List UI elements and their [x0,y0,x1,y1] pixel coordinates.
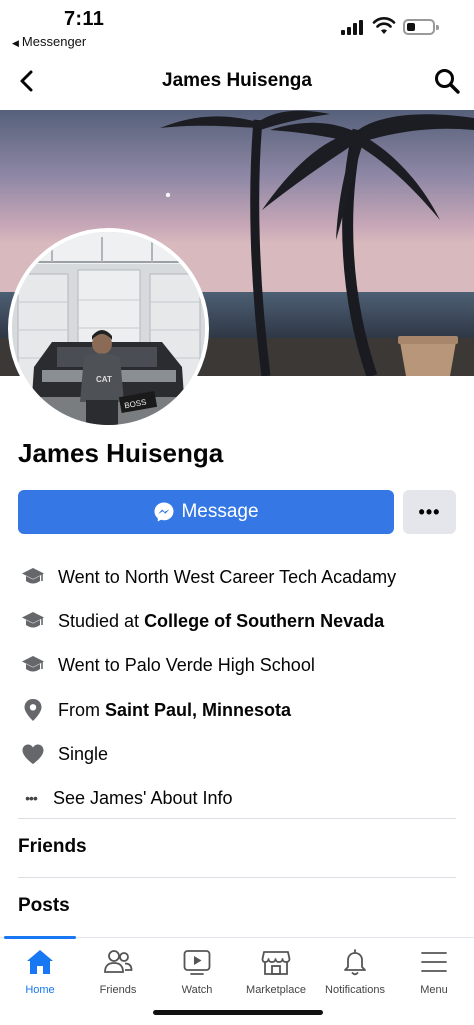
messenger-icon [154,502,174,522]
message-button-label: Message [181,501,259,522]
graduation-cap-icon [18,650,48,680]
friends-icon [104,950,133,973]
tab-friends[interactable]: Friends [78,948,158,996]
status-bar: 7:11 ◀ Messenger [0,0,474,52]
profile-name: James Huisenga [18,438,224,468]
tab-watch[interactable]: Watch [157,948,237,996]
intro-text: Went to North West Career Tech Acadamy [58,566,397,587]
tab-label: Menu [420,984,448,996]
profile-picture[interactable]: CAT BOSS [8,228,209,429]
intro-link[interactable]: Saint Paul, Minnesota [105,700,291,720]
intro-row-hometown: From Saint Paul, Minnesota [18,695,291,725]
ellipsis-icon: ••• [25,790,38,806]
back-app-label: Messenger [21,34,87,49]
tab-menu[interactable]: Menu [394,948,474,996]
intro-row-education-3: Went to Palo Verde High School [18,650,315,680]
active-tab-indicator [4,936,76,939]
intro-text: Single [58,743,109,764]
back-triangle-icon: ◀ [12,38,19,48]
graduation-cap-icon [18,606,48,636]
tab-marketplace[interactable]: Marketplace [236,948,316,996]
tab-notifications[interactable]: Notifications [315,948,395,996]
intro-link[interactable]: College of Southern Nevada [144,611,384,631]
more-options-icon: ••• [418,501,441,522]
see-about-info-link[interactable]: ••• See James' About Info [18,783,233,813]
header-title: James Huisenga [162,70,312,91]
tab-label: Watch [181,984,213,996]
divider [18,818,456,819]
back-to-app-link[interactable]: ◀ Messenger [12,34,86,49]
intro-row-education-2: Studied at College of Southern Nevada [18,606,384,636]
status-time: 7:11 [64,8,105,30]
home-icon [27,950,53,974]
intro-row-relationship: Single [18,739,108,769]
tab-label: Friends [99,984,137,996]
graduation-cap-icon [18,562,48,592]
intro-text: From Saint Paul, Minnesota [58,699,292,720]
divider [18,877,456,878]
intro-row-education-1: Went to North West Career Tech Acadamy [18,562,396,592]
wifi-icon [372,17,396,34]
intro-text: Went to Palo Verde High School [58,654,315,675]
tab-home[interactable]: Home [0,948,80,996]
tab-label: Marketplace [246,984,306,996]
tab-label: Notifications [325,984,385,996]
location-pin-icon [18,695,48,725]
intro-text: Studied at College of Southern Nevada [58,610,385,631]
marketplace-icon [261,951,291,975]
battery-icon [403,19,439,35]
heart-icon [18,739,48,769]
message-button[interactable]: Message [18,490,394,534]
home-indicator[interactable] [153,1010,323,1015]
posts-section-title: Posts [18,895,70,916]
svg-text:CAT: CAT [96,375,112,384]
search-icon[interactable] [433,67,461,95]
menu-icon [421,952,447,972]
tab-label: Home [25,984,55,996]
cellular-signal-icon [341,19,365,35]
bell-icon [344,949,366,976]
watch-icon [183,950,211,975]
see-about-info-label: See James' About Info [53,787,233,808]
profile-header: James Huisenga [0,56,474,106]
friends-section-title[interactable]: Friends [18,836,87,858]
more-options-button[interactable]: ••• [403,490,456,534]
